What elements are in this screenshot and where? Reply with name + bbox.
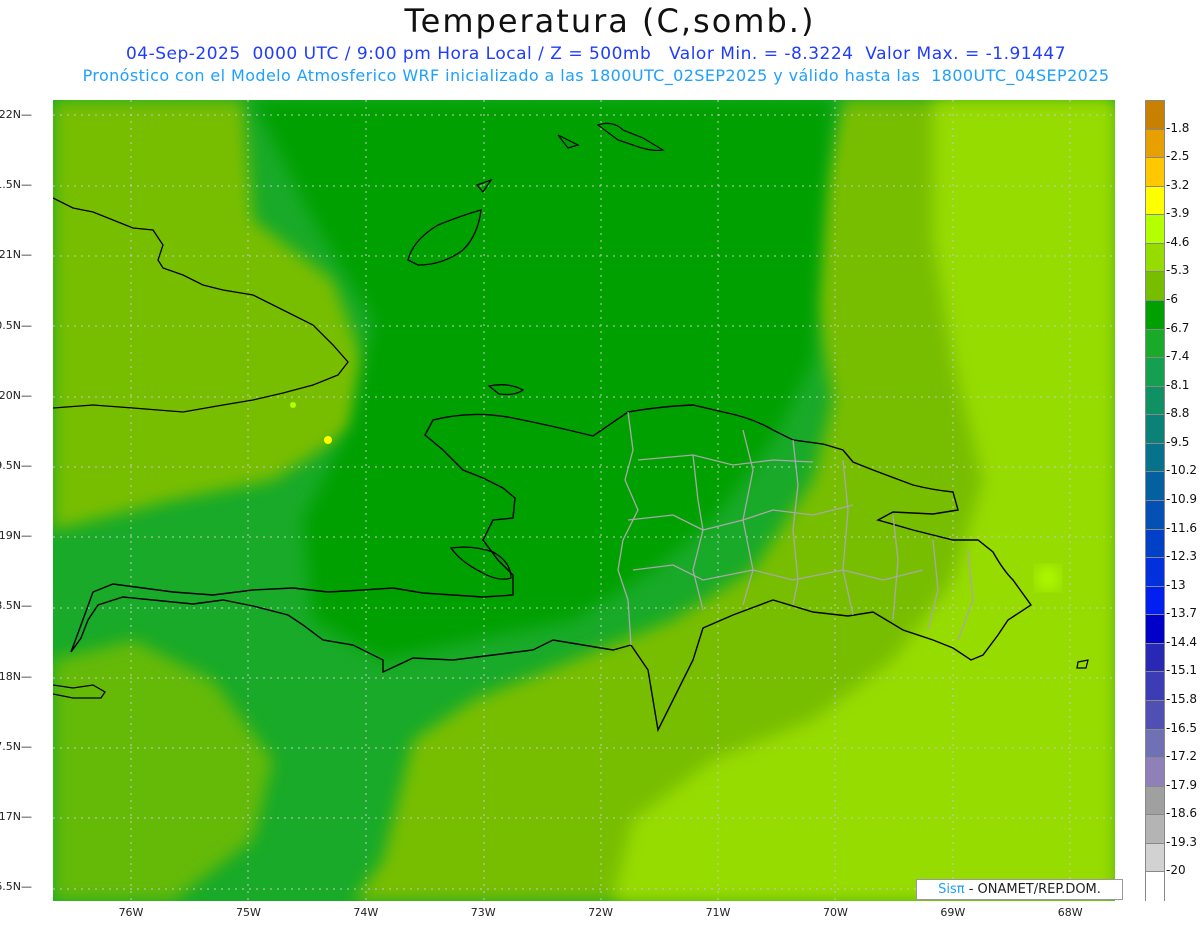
lat-label: 20N— (0, 388, 32, 402)
lat-label: 21N— (0, 248, 32, 262)
colorbar-label: -6.7 (1166, 320, 1190, 335)
temperature-map (53, 100, 1115, 901)
colorbar-label: -13.7 (1166, 606, 1198, 621)
lat-label: 22N— (0, 108, 32, 121)
colorbar-label: -15.8 (1166, 692, 1198, 706)
colorbar-label: -16.5 (1166, 720, 1198, 735)
colorbar-swatch (1145, 585, 1165, 616)
colorbar-label: -5.3 (1166, 263, 1190, 278)
forecast-valid-line: 04-Sep-2025 0000 UTC / 9:00 pm Hora Loca… (125, 44, 1067, 64)
colorbar-label: -10.2 (1166, 463, 1198, 478)
colorbar-swatch (1145, 100, 1165, 130)
colorbar-label: -17.2 (1166, 749, 1198, 764)
colorbar-swatch (1145, 357, 1165, 387)
colorbar-label: -14.4 (1166, 634, 1198, 649)
colorbar-label: -19.3 (1166, 834, 1198, 849)
colorbar-swatch (1145, 214, 1165, 244)
colorbar-swatch (1145, 471, 1165, 501)
lon-label: 74W (353, 906, 379, 919)
lat-label: 19N— (0, 529, 32, 543)
colorbar-label: -3.2 (1166, 177, 1190, 192)
colorbar-swatch (1145, 642, 1165, 673)
colorbar-label: -3.9 (1166, 206, 1190, 221)
colorbar-swatch (1145, 242, 1165, 273)
colorbar-label: -13 (1166, 577, 1186, 592)
model-init-line: Pronóstico con el Modelo Atmosferico WRF… (82, 66, 1110, 85)
lon-label: 73W (470, 906, 496, 919)
lat-label: 7.5N— (0, 739, 32, 753)
colorbar-swatch (1145, 528, 1165, 559)
map-title: Temperatura (C,somb.) (404, 2, 816, 40)
colorbar-swatch (1145, 385, 1165, 416)
credit-text: - ONAMET/REP.DOM. (964, 882, 1101, 897)
lat-label: 0.5N— (0, 318, 32, 332)
colorbar-swatch (1145, 128, 1165, 159)
colorbar-swatch (1145, 157, 1165, 187)
lat-label: 17N— (0, 810, 32, 823)
colorbar-swatch (1145, 871, 1165, 901)
colorbar-label: -17.9 (1166, 777, 1198, 792)
colorbar-label: -1.8 (1166, 120, 1190, 135)
field-spot (1036, 566, 1060, 590)
colorbar-swatch (1145, 557, 1165, 587)
lat-label: 8.5N— (0, 599, 32, 613)
colorbar-label: -4.6 (1166, 234, 1190, 249)
colorbar-swatch (1145, 414, 1165, 444)
colorbar-label: -11.6 (1166, 520, 1198, 535)
colorbar-swatch (1145, 271, 1165, 301)
colorbar-swatch (1145, 614, 1165, 644)
colorbar-label: -6 (1166, 292, 1178, 306)
colorbar-label: -8.1 (1166, 377, 1190, 392)
colorbar-label: -20 (1166, 863, 1186, 878)
colorbar-swatch (1145, 757, 1165, 787)
lon-label: 72W (588, 906, 614, 919)
lat-label: 9.5N— (0, 459, 32, 472)
colorbar-label: -8.8 (1166, 406, 1190, 421)
field-spot (324, 436, 332, 444)
lon-label: 76W (118, 906, 144, 919)
lat-label: 1.5N— (0, 178, 32, 192)
field-spot (290, 402, 296, 408)
colorbar-swatch (1145, 728, 1165, 759)
colorbar-swatch (1145, 328, 1165, 359)
colorbar-label: -18.6 (1166, 806, 1198, 821)
colorbar-swatch (1145, 671, 1165, 701)
lon-label: 69W (940, 906, 966, 919)
credit-box: Sisπ - ONAMET/REP.DOM. (916, 879, 1123, 900)
lon-label: 68W (1057, 906, 1083, 919)
colorbar-swatch (1145, 185, 1165, 216)
colorbar-swatch (1145, 500, 1165, 530)
colorbar-label: -2.5 (1166, 149, 1190, 164)
colorbar-swatch (1145, 300, 1165, 330)
colorbar-label: -15.1 (1166, 663, 1198, 678)
colorbar-label: -7.4 (1166, 349, 1190, 364)
colorbar-label: -12.3 (1166, 549, 1198, 564)
lat-label: 18N— (0, 669, 32, 683)
colorbar-swatch (1145, 842, 1165, 873)
lon-label: 71W (705, 906, 731, 919)
lon-label: 75W (235, 906, 261, 919)
colorbar-swatch (1145, 700, 1165, 730)
sispi-logo-text: Sisπ (938, 882, 965, 897)
colorbar-label: -9.5 (1166, 434, 1190, 449)
colorbar-swatch (1145, 814, 1165, 844)
lon-label: 70W (822, 906, 848, 919)
lat-label: 6.5N— (0, 880, 32, 894)
colorbar-swatch (1145, 785, 1165, 816)
colorbar-label: -10.9 (1166, 492, 1198, 506)
colorbar-swatch (1145, 442, 1165, 473)
